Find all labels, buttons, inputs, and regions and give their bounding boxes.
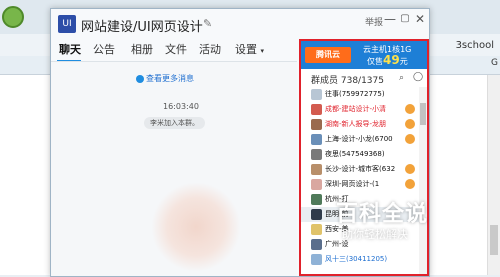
admin-badge-icon — [405, 164, 415, 174]
minimize-button[interactable]: — — [383, 12, 397, 26]
avatar — [311, 134, 322, 145]
admin-badge-icon — [405, 179, 415, 189]
pencil-icon[interactable]: ✎ — [203, 17, 212, 30]
avatar — [311, 164, 322, 175]
avatar — [311, 149, 322, 160]
tab-settings[interactable]: 设置 ▾ — [235, 39, 264, 61]
ad-banner[interactable]: 腾讯云 云主机1核1G 仅售49元 — [301, 41, 427, 69]
member-name: 往事(759972775) — [325, 90, 385, 98]
member-name: 上海-设计-小龙(6700 — [325, 135, 393, 143]
browser-logo-icon — [2, 6, 24, 28]
member-item[interactable]: 成都-建站设计-小清 — [301, 102, 419, 117]
system-message: 李米加入本群。 — [144, 117, 205, 129]
tab-album[interactable]: 相册 — [131, 39, 153, 61]
members-header: 群成员 738/1375 ⌕ ◯ — [301, 71, 427, 87]
message-timestamp: 16:03:40 — [163, 102, 199, 111]
chat-area: 查看更多消息 16:03:40 李米加入本群。 — [51, 62, 297, 276]
avatar — [311, 254, 322, 265]
ad-price-suffix: 元 — [399, 57, 408, 66]
avatar — [311, 224, 322, 235]
admin-badge-icon — [405, 134, 415, 144]
watermark-subtitle: 助你轻松解决 — [342, 228, 408, 241]
browser-url-fragment: 3school — [455, 40, 494, 51]
member-item[interactable]: 夜思(547549368) — [301, 147, 419, 162]
group-title: 网站建设/UI网页设计 — [81, 20, 203, 35]
group-avatar[interactable]: UI — [58, 15, 76, 33]
clock-icon — [136, 74, 144, 83]
member-item[interactable]: 长沙-设计-城市客(6326 — [301, 162, 419, 177]
ad-price-prefix: 仅售 — [367, 57, 383, 66]
admin-badge-icon — [405, 119, 415, 129]
tab-settings-label: 设置 — [235, 43, 257, 56]
more-messages-label: 查看更多消息 — [146, 74, 194, 83]
report-button[interactable]: 举报 — [365, 15, 383, 28]
member-item[interactable]: 深圳-网页设计-(1 — [301, 177, 419, 192]
avatar — [311, 179, 322, 190]
chat-tabs: 聊天 公告 相册 文件 活动 设置 ▾ — [51, 39, 299, 62]
member-name: 夜思(547549368) — [325, 150, 385, 158]
avatar — [311, 194, 322, 205]
window-titlebar: UI 网站建设/UI网页设计 ✎ 举报 — ▢ ✕ — [51, 9, 429, 39]
watermark: 百科全说 助你轻松解决 — [328, 194, 478, 250]
ad-price: 49 — [383, 53, 400, 67]
member-name: 深圳-网页设计-(1 — [325, 180, 380, 188]
chat-background-decoration — [151, 182, 241, 272]
member-name: 长沙-设计-城市客(6326 — [325, 165, 395, 173]
avatar — [311, 239, 322, 250]
maximize-button[interactable]: ▢ — [398, 12, 412, 26]
member-item[interactable]: 湖南-新人报导-龙朋 — [301, 117, 419, 132]
browser-scrollbar[interactable] — [487, 75, 500, 275]
member-item[interactable]: 往事(759972775) — [301, 87, 419, 102]
tab-activities[interactable]: 活动 — [199, 39, 221, 61]
tencent-cloud-logo: 腾讯云 — [305, 47, 351, 63]
member-item[interactable]: 上海-设计-小龙(6700 — [301, 132, 419, 147]
browser-tab-fragment: G — [491, 58, 498, 68]
chevron-down-icon: ▾ — [260, 47, 265, 55]
watermark-title: 百科全说 — [336, 202, 429, 227]
close-button[interactable]: ✕ — [413, 12, 427, 26]
member-item[interactable]: 风十三(30411205) — [301, 252, 419, 267]
tab-files[interactable]: 文件 — [165, 39, 187, 61]
avatar — [311, 89, 322, 100]
browser-scroll-thumb[interactable] — [490, 225, 498, 255]
member-list-scroll-thumb[interactable] — [420, 103, 426, 125]
member-name: 湖南-新人报导-龙朋 — [325, 120, 387, 128]
tab-announcement[interactable]: 公告 — [93, 39, 115, 61]
search-icon[interactable]: ⌕ — [399, 73, 404, 83]
avatar — [311, 209, 322, 220]
avatar — [311, 104, 322, 115]
members-count: 群成员 738/1375 — [311, 76, 384, 86]
member-name: 风十三(30411205) — [325, 255, 388, 263]
view-more-messages-link[interactable]: 查看更多消息 — [136, 73, 194, 84]
avatar — [311, 119, 322, 130]
ad-price-line: 仅售49元 — [367, 53, 408, 67]
admin-badge-icon — [405, 104, 415, 114]
menu-icon[interactable]: ◯ — [413, 72, 423, 82]
tab-chat[interactable]: 聊天 — [59, 39, 81, 61]
member-name: 成都-建站设计-小清 — [325, 105, 387, 113]
